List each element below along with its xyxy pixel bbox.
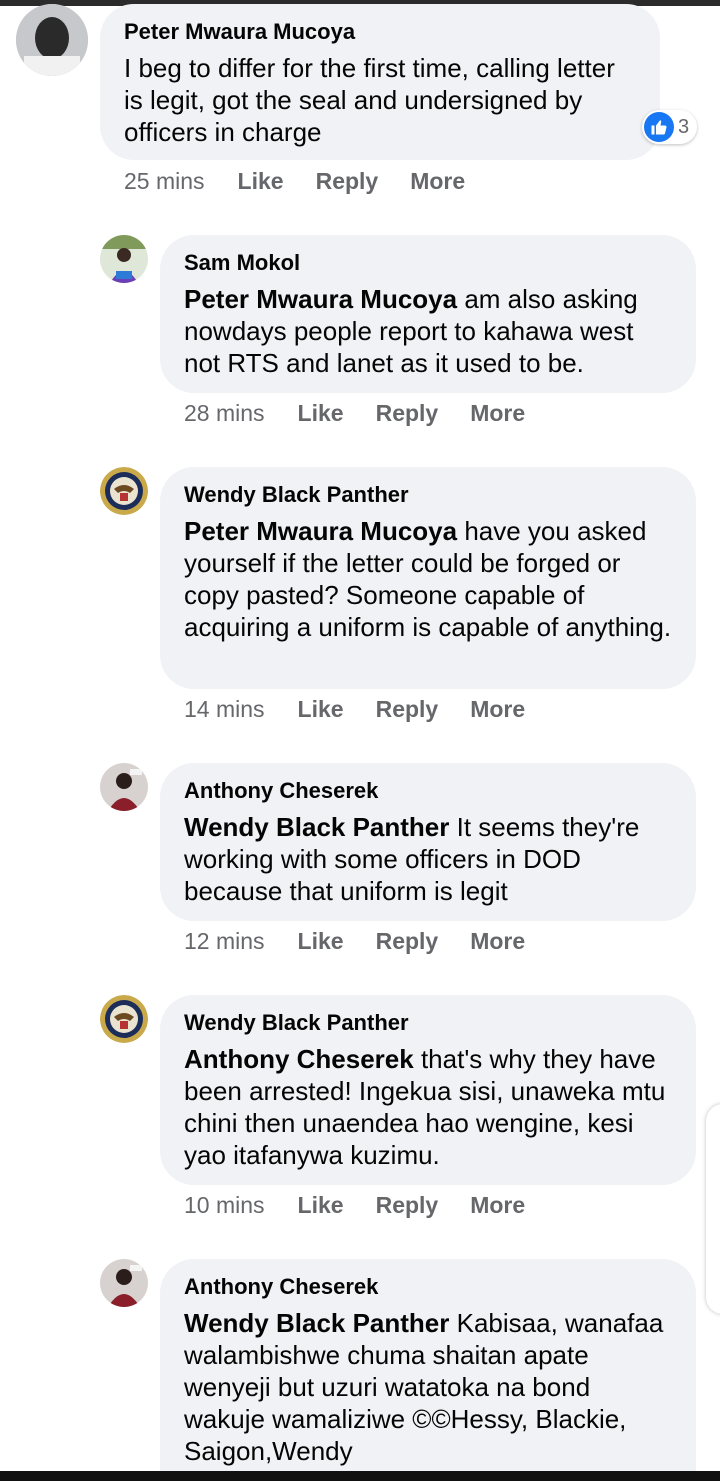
comment-time[interactable]: 28 mins (184, 400, 265, 427)
avatar-anthony-cheserek[interactable] (100, 763, 148, 811)
comment-mention[interactable]: Wendy Black Panther (184, 1308, 449, 1338)
comment-mention[interactable]: Anthony Cheserek (184, 1044, 414, 1074)
comment-bubble[interactable]: Anthony Cheserek Wendy Black Panther Kab… (160, 1259, 696, 1481)
comment-mention[interactable]: Peter Mwaura Mucoya (184, 516, 457, 546)
person-avatar-icon (100, 763, 148, 811)
more-button[interactable]: More (470, 928, 525, 955)
like-button[interactable]: Like (298, 928, 344, 955)
like-button[interactable]: Like (298, 696, 344, 723)
person-avatar-icon (100, 235, 148, 283)
avatar-wendy-black-panther[interactable] (100, 995, 148, 1043)
comment-bubble[interactable]: Wendy Black Panther Anthony Cheserek tha… (160, 995, 696, 1185)
more-button[interactable]: More (470, 1192, 525, 1219)
comment-time[interactable]: 14 mins (184, 696, 265, 723)
comment-text: Peter Mwaura Mucoya have you asked yours… (184, 516, 672, 642)
comment-author[interactable]: Sam Mokol (184, 249, 672, 277)
reply-button[interactable]: Reply (376, 1192, 439, 1219)
more-button[interactable]: More (470, 400, 525, 427)
comment-text: Peter Mwaura Mucoya am also asking nowda… (184, 284, 638, 378)
comment-author[interactable]: Peter Mwaura Mucoya (124, 18, 636, 46)
more-button[interactable]: More (410, 168, 465, 195)
reply-button[interactable]: Reply (376, 400, 439, 427)
reaction-badge[interactable]: 3 (642, 110, 698, 144)
comment-text: Anthony Cheserek that's why they have be… (184, 1044, 666, 1170)
avatar-peter-mwaura-mucoya[interactable] (16, 4, 88, 76)
comment-author[interactable]: Wendy Black Panther (184, 1009, 672, 1037)
comment-text: I beg to differ for the first time, call… (124, 53, 615, 147)
comment-author[interactable]: Anthony Cheserek (184, 1273, 672, 1301)
comment-actions: 28 mins Like Reply More (184, 400, 525, 427)
person-avatar-icon (100, 1259, 148, 1307)
avatar-wendy-black-panther[interactable] (100, 467, 148, 515)
like-button[interactable]: Like (238, 168, 284, 195)
comment-author[interactable]: Wendy Black Panther (184, 481, 672, 509)
comment-actions: 12 mins Like Reply More (184, 928, 525, 955)
comment-author[interactable]: Anthony Cheserek (184, 777, 672, 805)
avatar-anthony-cheserek[interactable] (100, 1259, 148, 1307)
comment-bubble[interactable]: Wendy Black Panther Peter Mwaura Mucoya … (160, 467, 696, 689)
comment-mention[interactable]: Wendy Black Panther (184, 812, 449, 842)
seal-avatar-icon (100, 467, 148, 515)
reply-button[interactable]: Reply (316, 168, 379, 195)
seal-avatar-icon (100, 995, 148, 1043)
comment-time[interactable]: 10 mins (184, 1192, 265, 1219)
side-scroll-handle[interactable] (706, 1104, 720, 1314)
reply-button[interactable]: Reply (376, 928, 439, 955)
comment-actions: 14 mins Like Reply More (184, 696, 525, 723)
comment-bubble[interactable]: Sam Mokol Peter Mwaura Mucoya am also as… (160, 235, 696, 393)
navigation-bar (0, 1471, 720, 1481)
comment-actions: 10 mins Like Reply More (184, 1192, 525, 1219)
comment-time[interactable]: 12 mins (184, 928, 265, 955)
comment-text: Wendy Black Panther It seems they're wor… (184, 812, 640, 906)
comment-bubble[interactable]: Anthony Cheserek Wendy Black Panther It … (160, 763, 696, 921)
comment-text: Wendy Black Panther Kabisaa, wanafaa wal… (184, 1308, 664, 1466)
comment-mention[interactable]: Peter Mwaura Mucoya (184, 284, 457, 314)
comment-actions: 25 mins Like Reply More (124, 168, 465, 195)
reply-button[interactable]: Reply (376, 696, 439, 723)
reaction-count: 3 (678, 115, 690, 138)
avatar-sam-mokol[interactable] (100, 235, 148, 283)
like-button[interactable]: Like (298, 1192, 344, 1219)
comment-bubble[interactable]: Peter Mwaura Mucoya I beg to differ for … (100, 4, 660, 160)
more-button[interactable]: More (470, 696, 525, 723)
like-button[interactable]: Like (298, 400, 344, 427)
comment-time[interactable]: 25 mins (124, 168, 205, 195)
person-avatar-icon (16, 4, 88, 76)
like-reaction-icon (644, 112, 674, 142)
